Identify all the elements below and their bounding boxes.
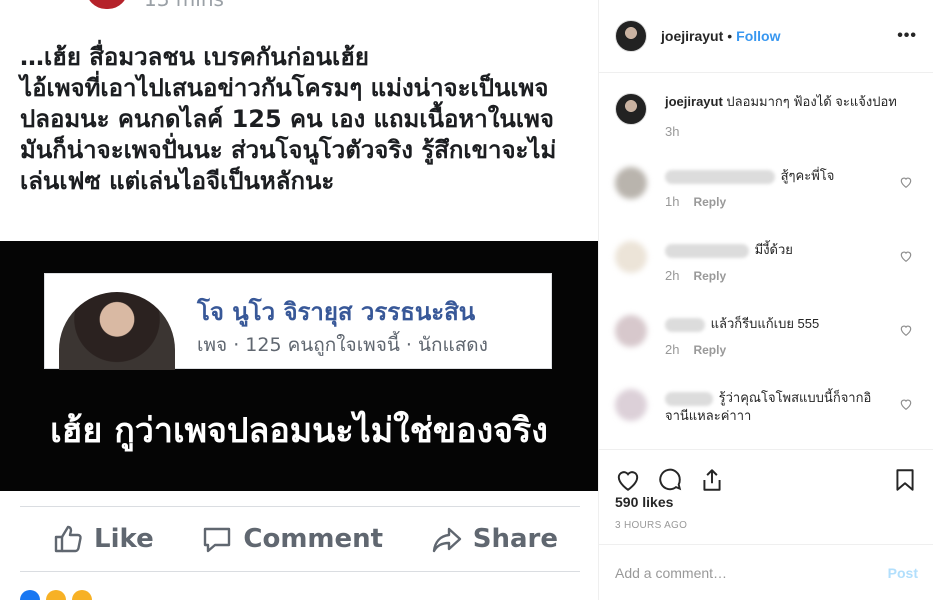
heart-icon[interactable] [615,467,641,493]
commenter-username-blurred[interactable] [665,317,705,332]
post-button[interactable]: Post [888,565,918,581]
comment-meta: 1h Reply [665,193,875,211]
commenter-avatar[interactable] [615,389,647,421]
comments-list: joejirayut ปลอมมากๆ ฟ้องได้ จะแจ้งปอท 3h… [599,73,933,449]
fb-text-line: มันก็น่าจะเพจปั่นนะ ส่วนโจนูโวตัวจริง รู… [20,136,557,164]
comment-time: 2h [665,268,680,283]
fb-time-partial: 13 mins · [144,0,237,11]
username-link[interactable]: joejirayut [661,28,723,44]
fb-action-bar: Like Comment Share [20,506,580,572]
commenter-avatar[interactable] [615,167,647,199]
post-sidebar: joejirayut • Follow ••• joejirayut ปลอมม… [598,0,933,600]
caption-username[interactable]: joejirayut [665,94,723,109]
fb-avatar-partial [86,0,128,9]
caption-meta: 3h [665,123,905,141]
reaction-like-icon [20,590,40,600]
image-caption: เฮ้ย กูว่าเพจปลอมนะไม่ใช่ของจริง [50,411,548,451]
fb-text-line: ปลอมนะ คนกดไลค์ 125 คน เอง แถมเนื้อหาในเ… [20,105,554,133]
fb-share-label: Share [472,524,558,554]
comment-time: 2h [665,342,680,357]
commenter-username-blurred[interactable] [665,391,713,406]
list-item: รู้ว่าคุณโจโพสแบบนี้ก็จากอิจานีแหละค่าาา [615,389,917,449]
commenter-avatar[interactable] [615,241,647,273]
bookmark-icon[interactable] [892,467,918,493]
share-arrow-icon [432,527,461,553]
likes-count[interactable]: 590 likes [615,494,673,510]
comment-body: แล้วก็รีบแก้เบย 555 2h Reply [665,315,875,389]
comment-time: 1h [665,194,680,209]
fb-text-line: …เฮ้ย สื่อมวลชน เบรคกันก่อนเฮ้ย [20,43,369,71]
comment-text: มีงี้ด้วย [754,242,793,257]
list-item: สู้ๆคะพี่โจ 1h Reply [615,167,917,241]
fb-comment-label: Comment [243,524,384,554]
page-profile-card: โจ นูโว จิรายุส วรรธนะสิน เพจ · 125 คนถู… [44,273,552,370]
post-image: 13 mins · …เฮ้ย สื่อมวลชน เบรคกันก่อนเฮ้… [0,0,598,600]
comment-text: แล้วก็รีบแก้เบย 555 [710,316,820,331]
caption-time: 3h [665,124,680,139]
fb-reactions-partial [20,590,92,600]
caption-text: ปลอมมากๆ ฟ้องได้ จะแจ้งปอท [726,94,897,109]
profile-photo [59,292,175,370]
more-options-icon[interactable]: ••• [897,27,917,45]
caption-body: joejirayut ปลอมมากๆ ฟ้องได้ จะแจ้งปอท 3h [665,93,905,167]
comment-bubble-icon [204,527,231,553]
reaction-haha-icon [46,590,66,600]
caption-comment: joejirayut ปลอมมากๆ ฟ้องได้ จะแจ้งปอท 3h [615,93,917,167]
fb-header-partial: 13 mins · [86,0,237,12]
heart-icon[interactable] [899,397,913,411]
fb-comment-action: Comment [201,523,383,555]
post-header: joejirayut • Follow ••• [599,0,933,73]
share-icon[interactable] [699,467,725,493]
commenter-avatar[interactable] [615,315,647,347]
post-timestamp: 3 HOURS AGO [615,520,688,531]
post-action-bar [599,449,933,499]
commenter-username-blurred[interactable] [665,169,775,184]
heart-icon[interactable] [899,175,913,189]
list-item: แล้วก็รีบแก้เบย 555 2h Reply [615,315,917,389]
add-comment-bar: Post [599,544,933,600]
comment-icon[interactable] [657,467,683,493]
page-name: โจ นูโว จิรายุส วรรธนะสิน [197,298,476,326]
thumbs-up-icon [54,525,82,553]
commenter-username-blurred[interactable] [665,243,749,258]
fb-like-label: Like [94,524,154,554]
reply-button[interactable]: Reply [693,267,726,285]
fb-like-action: Like [52,523,154,555]
reply-button[interactable]: Reply [693,341,726,359]
comment-text: สู้ๆคะพี่โจ [780,168,835,183]
shared-image: โจ นูโว จิรายุส วรรธนะสิน เพจ · 125 คนถู… [0,241,598,491]
add-comment-input[interactable] [615,564,888,581]
comment-body: มีงี้ด้วย 2h Reply [665,241,875,315]
follow-button[interactable]: Follow [736,28,780,44]
comment-body: รู้ว่าคุณโจโพสแบบนี้ก็จากอิจานีแหละค่าาา [665,389,875,449]
separator-dot: • [727,28,733,44]
fb-share-action: Share [431,523,558,555]
avatar[interactable] [615,20,647,52]
reaction-wow-icon [72,590,92,600]
comment-meta: 2h Reply [665,267,875,285]
page-meta: เพจ · 125 คนถูกใจเพจนี้ · นักแสดง [197,334,488,356]
heart-icon[interactable] [899,323,913,337]
reply-button[interactable]: Reply [693,193,726,211]
comment-body: สู้ๆคะพี่โจ 1h Reply [665,167,875,241]
fb-text-line: ไอ้เพจที่เอาไปเสนอข่าวกันโครมๆ แม่งน่าจะ… [20,74,549,102]
fb-post-text: …เฮ้ย สื่อมวลชน เบรคกันก่อนเฮ้ย ไอ้เพจที… [20,42,586,197]
list-item: มีงี้ด้วย 2h Reply [615,241,917,315]
caption-avatar[interactable] [615,93,647,125]
heart-icon[interactable] [899,249,913,263]
comment-meta: 2h Reply [665,341,875,359]
fb-text-line: เล่นเฟซ แต่เล่นไอจีเป็นหลักนะ [20,167,335,195]
